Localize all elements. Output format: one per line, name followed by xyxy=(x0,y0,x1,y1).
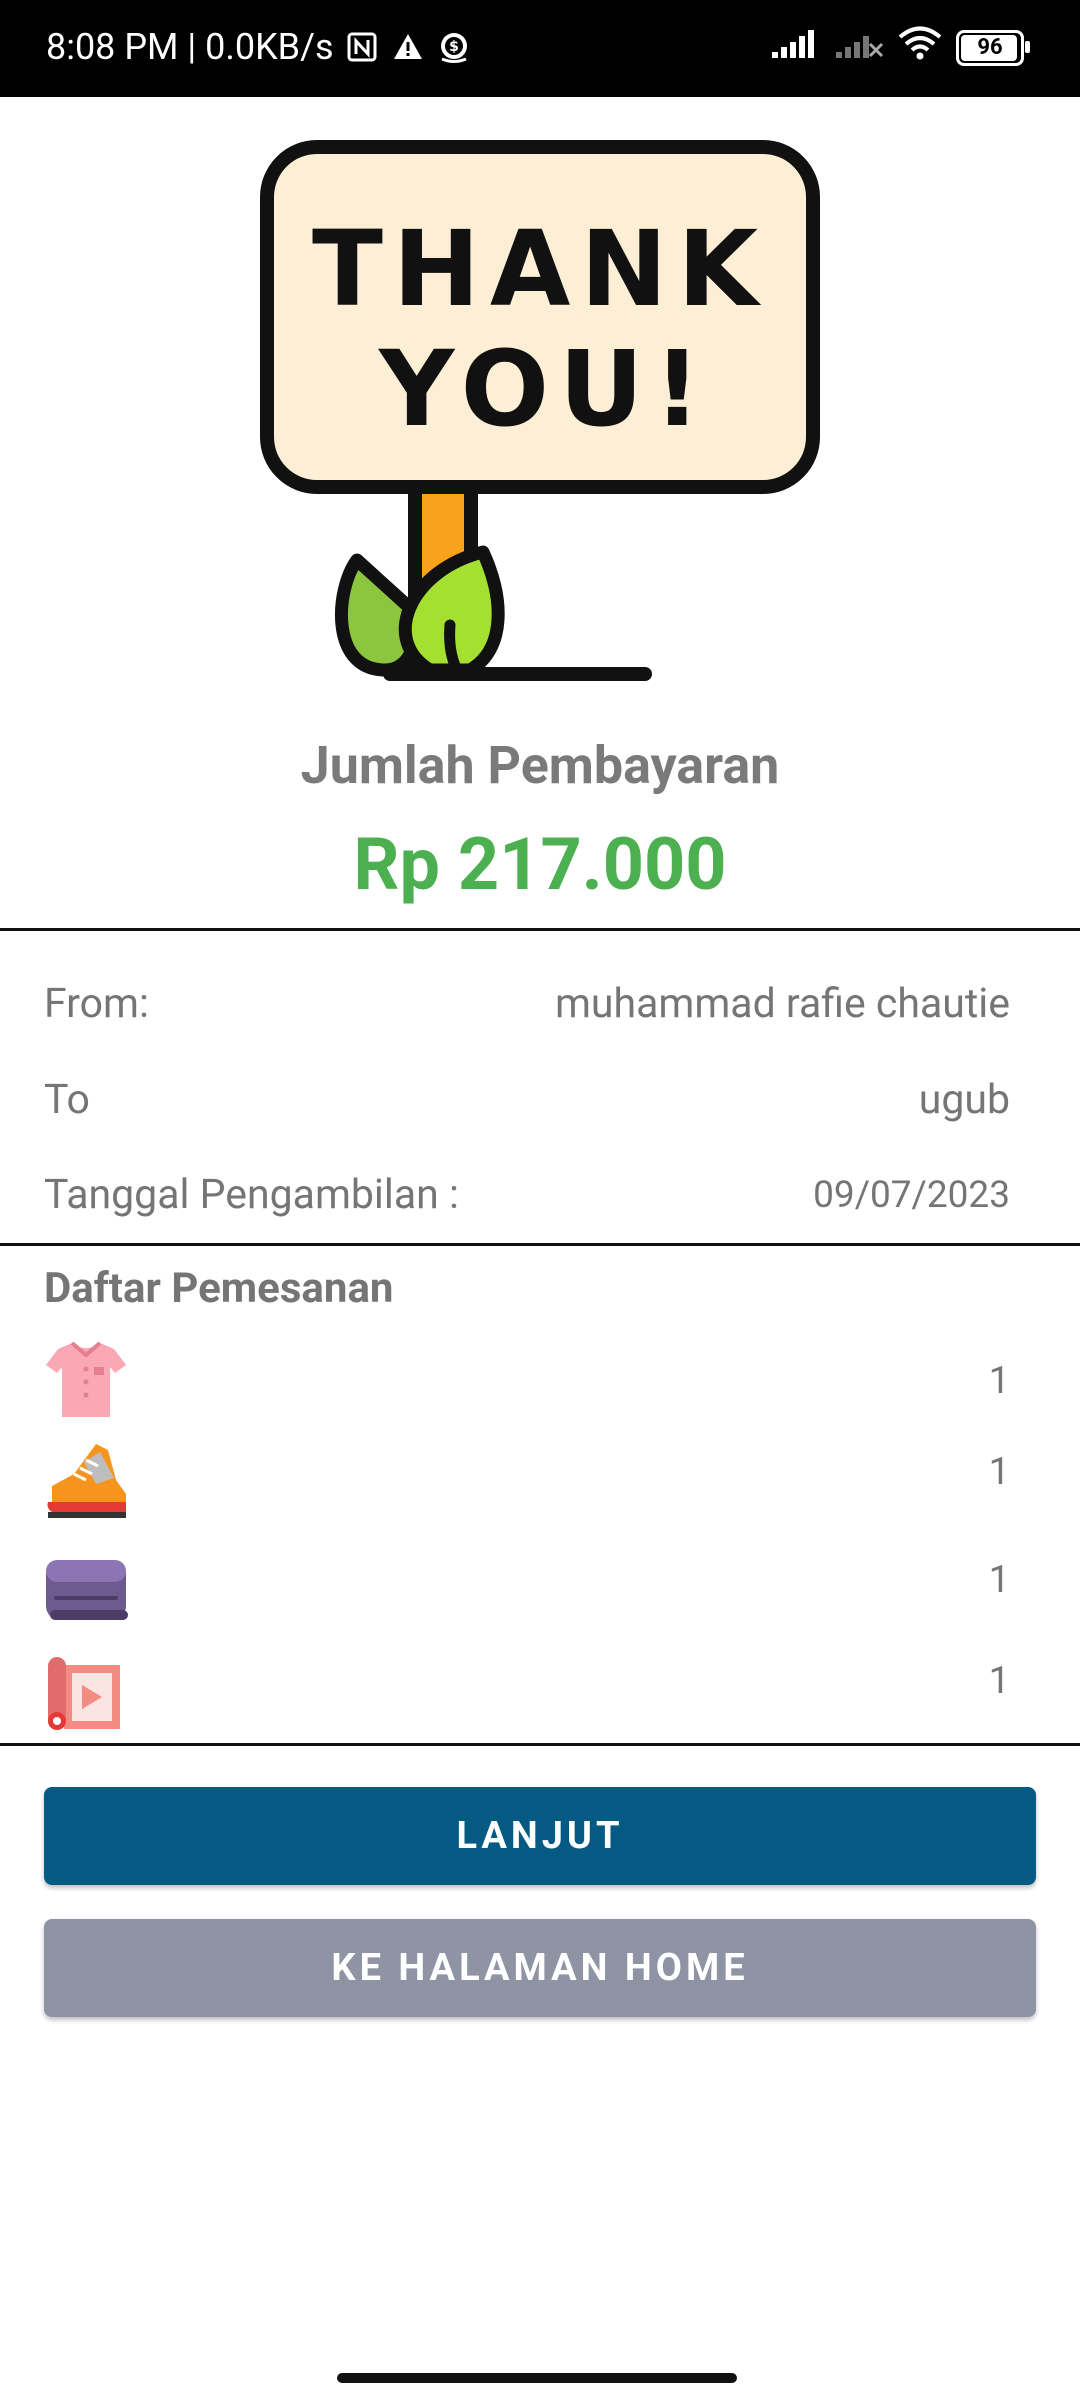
curtain-icon xyxy=(48,1657,120,1730)
warning-icon xyxy=(390,29,426,65)
folded-blanket-icon xyxy=(46,1560,128,1620)
sign-text-line2: YOU! xyxy=(377,328,711,450)
status-time-speed: 8:08 PM | 0.0KB/s xyxy=(46,26,334,68)
order-item: 1 xyxy=(44,1655,1010,1745)
svg-text:$: $ xyxy=(449,39,459,55)
divider xyxy=(0,928,1080,931)
to-value: ugub xyxy=(918,1076,1010,1124)
status-right: 96 xyxy=(770,26,1030,69)
nfc-icon xyxy=(344,29,380,65)
battery-level-text: 96 xyxy=(977,35,1003,60)
from-label: From: xyxy=(44,980,149,1028)
order-item-qty: 1 xyxy=(988,1359,1010,1403)
from-row: From: muhammad rafie chautie xyxy=(44,974,1010,1034)
order-item-qty: 1 xyxy=(988,1659,1010,1703)
status-left: 8:08 PM | 0.0KB/s $ xyxy=(46,26,472,68)
order-item-qty: 1 xyxy=(988,1558,1010,1602)
order-list-title: Daftar Pemesanan xyxy=(44,1264,394,1313)
date-label: Tanggal Pengambilan : xyxy=(44,1171,459,1219)
money-app-icon: $ xyxy=(436,29,472,65)
from-value: muhammad rafie chautie xyxy=(554,980,1010,1028)
sign-text-line1: THANK xyxy=(312,208,768,330)
date-value: 09/07/2023 xyxy=(813,1173,1010,1217)
signal-empty-icon xyxy=(834,27,884,69)
to-label: To xyxy=(44,1076,90,1124)
divider xyxy=(0,1743,1080,1746)
wifi-icon xyxy=(898,26,942,69)
thank-you-sign-illustration: THANK YOU! xyxy=(260,140,820,681)
shirt-icon xyxy=(46,1341,126,1417)
sneaker-icon xyxy=(47,1444,126,1518)
date-row: Tanggal Pengambilan : 09/07/2023 xyxy=(44,1165,1010,1225)
status-bar: 8:08 PM | 0.0KB/s $ 96 xyxy=(0,0,1080,97)
divider xyxy=(0,1243,1080,1246)
to-row: To ugub xyxy=(44,1070,1010,1130)
battery-icon: 96 xyxy=(956,29,1030,66)
order-item: 1 xyxy=(44,1337,1010,1427)
signal-icon xyxy=(770,27,820,69)
order-item-qty: 1 xyxy=(988,1450,1010,1494)
go-home-button[interactable]: KE HALAMAN HOME xyxy=(44,1919,1036,2017)
continue-button[interactable]: LANJUT xyxy=(44,1787,1036,1885)
payment-label: Jumlah Pembayaran xyxy=(300,735,780,796)
home-indicator[interactable] xyxy=(337,2373,737,2383)
payment-amount: Rp 217.000 xyxy=(353,822,727,907)
order-item: 1 xyxy=(44,1548,1010,1638)
order-item: 1 xyxy=(44,1440,1010,1530)
